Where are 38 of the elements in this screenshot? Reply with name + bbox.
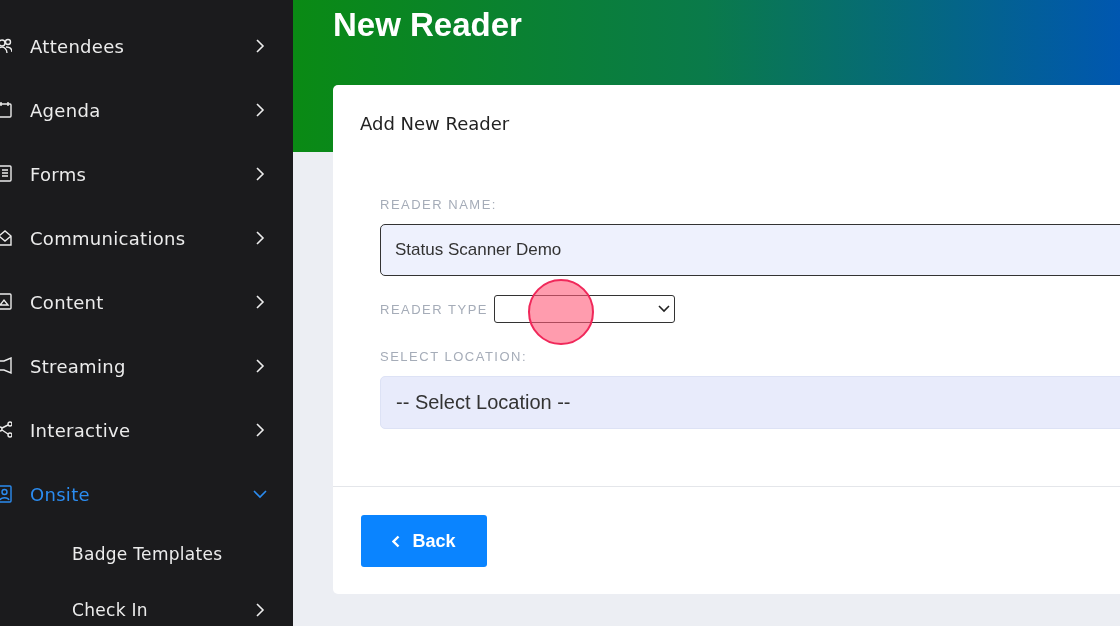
card-title: Add New Reader [359,112,511,136]
chevron-right-icon [255,39,265,53]
chevron-left-icon [392,534,401,548]
sidebar-subitem[interactable]: Badge Templates [0,526,293,582]
people-icon [0,37,12,55]
chevron-right-icon [255,295,265,309]
field-label: SELECT LOCATION: [380,349,529,364]
mail-icon [0,229,12,247]
back-button[interactable]: Back [361,515,487,567]
field-label: READER TYPE [380,301,488,317]
field-label: READER NAME: [380,197,498,212]
sidebar-item[interactable]: Communications [0,206,293,270]
sidebar-item[interactable]: Streaming [0,334,293,398]
calendar-icon [0,101,12,119]
reader-type-select[interactable] [494,295,675,323]
chevron-down-icon [658,305,670,313]
chevron-right-icon [255,423,265,437]
chevron-down-icon [253,489,267,499]
badge-icon [0,485,12,503]
share-icon [0,421,12,439]
form-icon [0,165,12,183]
sidebar-item[interactable]: Attendees [0,14,293,78]
chevron-right-icon [255,359,265,373]
chevron-right-icon [255,167,265,181]
reader-name-input[interactable]: Status Scanner Demo [380,224,1120,276]
sidebar-subitem[interactable]: Check In [0,582,293,626]
page-title: New Reader [333,6,523,44]
sidebar-item[interactable]: Onsite [0,462,293,526]
chevron-right-icon [255,231,265,245]
sidebar-item[interactable]: Interactive [0,398,293,462]
sidebar-item[interactable]: Agenda [0,78,293,142]
chevron-right-icon [255,603,265,617]
content-icon [0,293,12,311]
location-select[interactable]: -- Select Location -- [380,376,1120,429]
chevron-right-icon [255,103,265,117]
sidebar-item[interactable]: Content [0,270,293,334]
stream-icon [0,357,12,375]
sidebar-item[interactable]: Forms [0,142,293,206]
